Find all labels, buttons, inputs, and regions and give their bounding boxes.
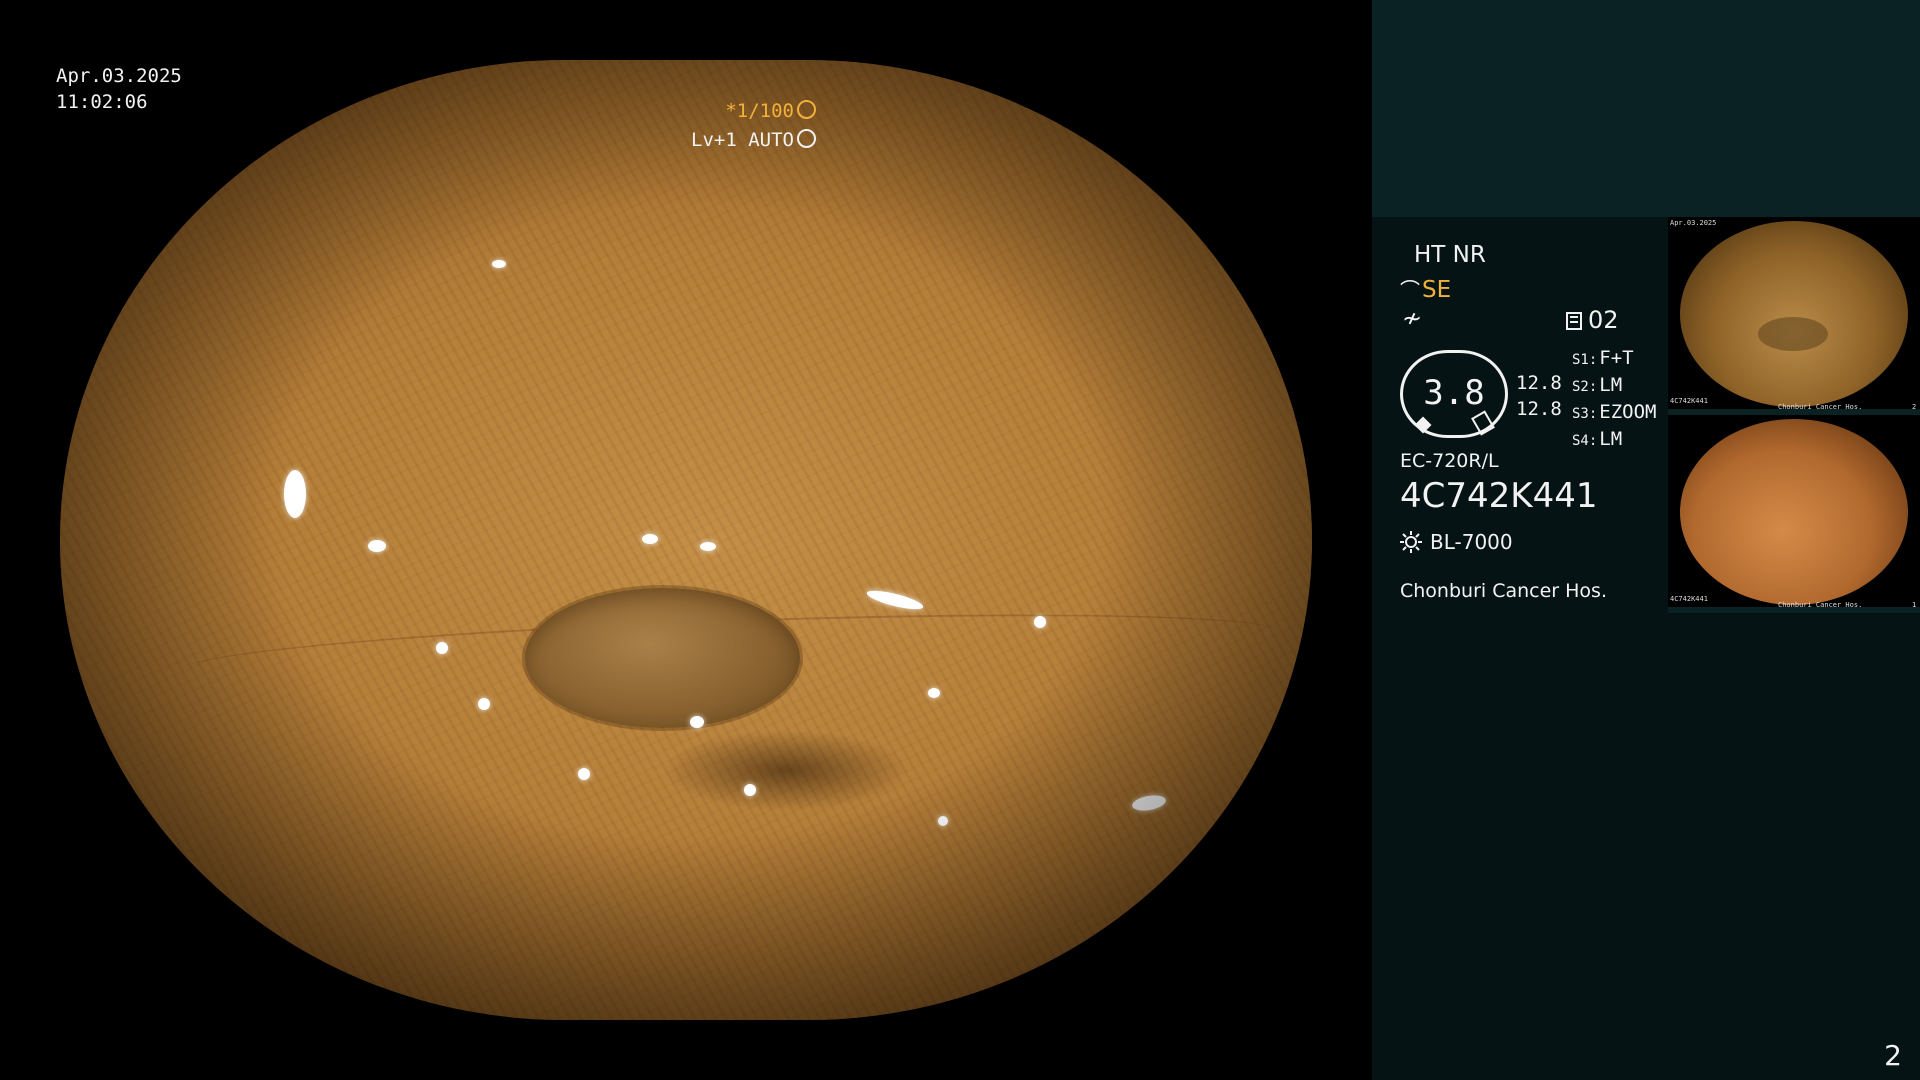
scope-model: EC-720R/L [1400, 450, 1499, 472]
enhancement-level-icon: ≁ [1402, 304, 1423, 332]
thumbnail-hospital: Chonburi Cancer Hos. [1778, 601, 1863, 609]
thumbnail-serial: 4C742K441 [1670, 595, 1708, 603]
scope-switch-list: S1: F+T S2: LM S3: EZOOM S4: LM [1572, 346, 1657, 454]
thumbnail-number: 2 [1912, 403, 1917, 411]
aperture-2: 12.8 [1516, 398, 1562, 420]
hospital-name: Chonburi Cancer Hos. [1400, 580, 1607, 602]
record-count-text: 02 [1588, 306, 1619, 334]
shutter-text: *1/100 [725, 100, 794, 122]
thumbnail-2[interactable]: 4C742K441 Chonburi Cancer Hos. 1 [1668, 415, 1920, 613]
thumbnail-hospital: Chonburi Cancer Hos. [1778, 403, 1863, 411]
scope-switch-3: S3: EZOOM [1572, 401, 1657, 423]
scope-switch-2: S2: LM [1572, 374, 1623, 396]
zoom-value: 3.8 [1423, 373, 1485, 413]
shutter-icon [797, 100, 816, 119]
mode-text: HT NR [1414, 242, 1486, 268]
record-count: 02 [1566, 306, 1619, 334]
thumbnail-image [1680, 419, 1908, 605]
aperture-1: 12.8 [1516, 372, 1562, 394]
light-source-icon [1400, 531, 1422, 553]
info-side-panel: HT NR ⌒SE ≁ 02 3.8 12.8 12.8 S1: F+T S2: L… [1372, 0, 1920, 1080]
light-source: BL-7000 [1400, 530, 1513, 554]
level-text: Lv+1 AUTO [691, 129, 794, 151]
date-text: Apr.03.2025 [56, 65, 182, 87]
scope-switch-1: S1: F+T [1572, 347, 1634, 369]
thumbnail-date: Apr.03.2025 [1670, 219, 1717, 227]
level-display: Lv+1 AUTO [691, 127, 816, 153]
zoom-badge: 3.8 [1400, 350, 1508, 438]
thumbnail-image [1680, 221, 1908, 407]
thumbnail-strip: Apr.03.2025 4C742K441 Chonburi Cancer Ho… [1668, 217, 1920, 613]
thumbnail-1[interactable]: Apr.03.2025 4C742K441 Chonburi Cancer Ho… [1668, 217, 1920, 415]
enhancement-icon: ⌒ [1400, 278, 1420, 302]
scope-switch-4: S4: LM [1572, 428, 1623, 450]
auto-iris-icon [797, 129, 816, 148]
endoscopic-image [60, 60, 1312, 1020]
time-text: 11:02:06 [56, 91, 148, 113]
structure-enhancement: ⌒SE [1400, 274, 1451, 303]
light-source-text: BL-7000 [1430, 530, 1513, 554]
se-text: SE [1422, 277, 1452, 303]
thumbnail-lesion [1758, 317, 1828, 351]
shutter-display: *1/100 [725, 98, 816, 124]
page-number: 2 [1884, 1039, 1902, 1072]
image-vignette [60, 60, 1312, 1020]
zoom-wide-icon [1414, 416, 1432, 434]
side-panel-header-area [1372, 0, 1920, 217]
thumbnail-number: 1 [1912, 601, 1917, 609]
aperture-values: 12.8 12.8 [1516, 370, 1562, 422]
endoscopy-main-view: Apr.03.2025 11:02:06 *1/100 Lv+1 AUTO [0, 0, 1372, 1080]
datetime-display: Apr.03.2025 11:02:06 [56, 63, 182, 115]
thumbnail-serial: 4C742K441 [1670, 397, 1708, 405]
record-icon [1566, 312, 1582, 330]
zoom-tele-icon [1471, 410, 1495, 436]
scope-serial: 4C742K441 [1400, 476, 1598, 516]
